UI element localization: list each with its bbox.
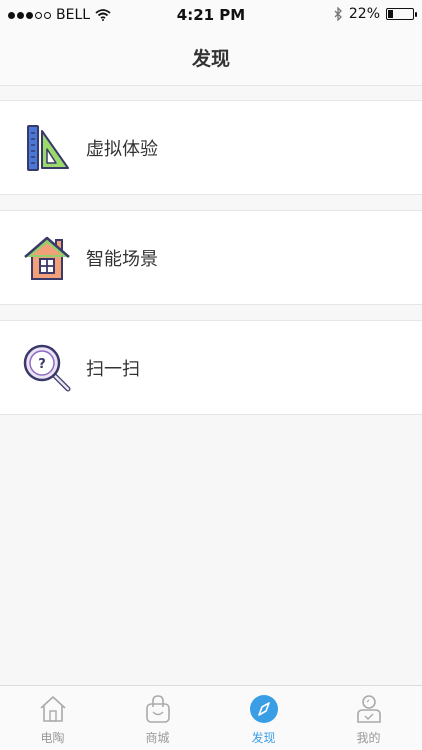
home-icon xyxy=(40,696,66,722)
bluetooth-icon xyxy=(334,7,342,21)
house-icon xyxy=(24,236,70,280)
tab-label: 发现 xyxy=(251,731,276,745)
status-bar: BELL 4:21 PM 22% xyxy=(0,0,422,30)
shopping-bag-icon xyxy=(146,695,170,723)
magnifier-question-icon: ? xyxy=(23,344,71,391)
ruler-triangle-icon xyxy=(27,124,69,171)
page-title: 发现 xyxy=(191,48,230,70)
tab-discover[interactable]: 发现 xyxy=(211,686,316,750)
svg-text:?: ? xyxy=(38,357,46,372)
tab-label: 电陶 xyxy=(40,731,65,745)
battery-percent: 22% xyxy=(348,6,380,22)
list-item-smart-scene[interactable]: 智能场景 xyxy=(0,210,422,305)
user-icon xyxy=(357,695,381,723)
tab-mall[interactable]: 商城 xyxy=(105,686,210,750)
tab-label: 我的 xyxy=(356,731,381,745)
list-item-scan[interactable]: ? 扫一扫 xyxy=(0,320,422,415)
list-item-label: 扫一扫 xyxy=(86,358,140,380)
tab-mine[interactable]: 我的 xyxy=(316,686,421,750)
tab-bar: 电陶 商城 发现 我的 xyxy=(0,685,422,750)
status-right: 22% xyxy=(334,6,417,22)
list-item-label: 虚拟体验 xyxy=(86,138,158,160)
battery-fill xyxy=(388,10,393,18)
battery-icon xyxy=(386,8,417,20)
tab-label: 商城 xyxy=(145,731,170,745)
list-item-virtual-experience[interactable]: 虚拟体验 xyxy=(0,100,422,195)
compass-icon xyxy=(250,695,278,723)
list-item-label: 智能场景 xyxy=(86,248,158,270)
navigation-bar: 发现 xyxy=(0,30,422,86)
tab-diantao[interactable]: 电陶 xyxy=(0,686,105,750)
